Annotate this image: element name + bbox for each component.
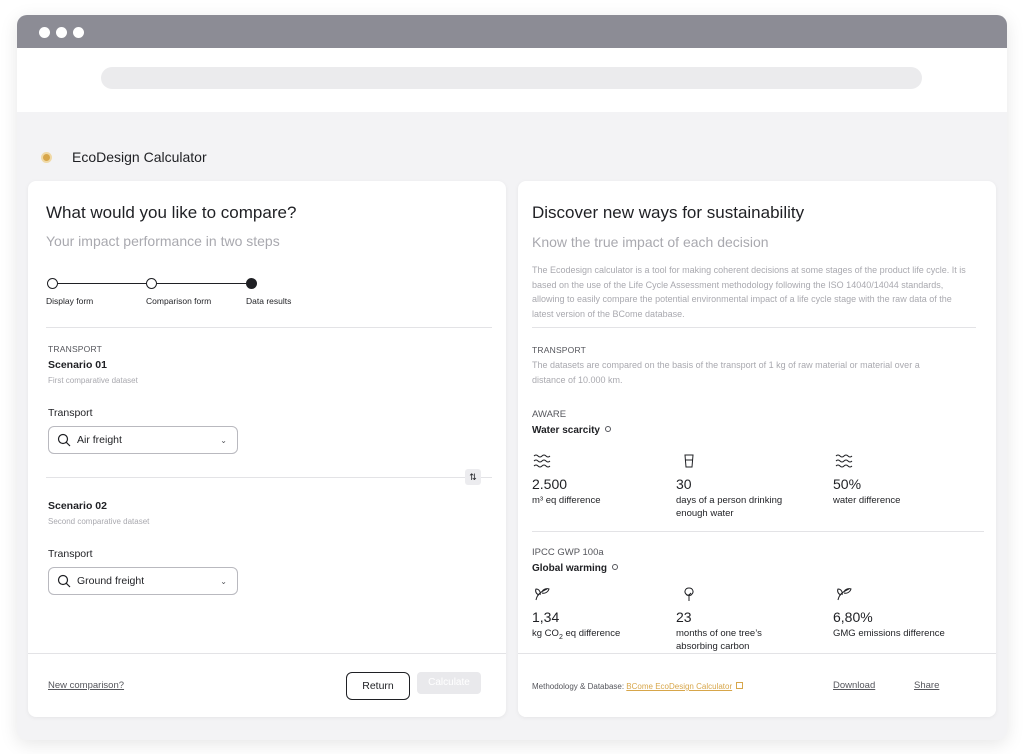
scenario-01-transport-label: Transport	[48, 407, 93, 419]
window-maximize-dot[interactable]	[73, 27, 84, 38]
scenario-01-subtitle: First comparative dataset	[48, 376, 138, 385]
calculate-button[interactable]: Calculate	[417, 672, 481, 694]
step-circle-display-form[interactable]	[47, 278, 58, 289]
search-icon	[57, 574, 71, 588]
co2-unit-suffix: eq difference	[562, 628, 621, 639]
window-close-dot[interactable]	[39, 27, 50, 38]
glass-icon	[684, 454, 694, 468]
return-button[interactable]: Return	[346, 672, 410, 700]
scenario-02-title: Scenario 02	[48, 500, 107, 512]
download-link[interactable]: Download	[833, 680, 875, 691]
scenario-divider	[46, 477, 492, 478]
methodology-link[interactable]: BCome EcoDesign Calculator	[626, 682, 732, 691]
step-label-comparison-form: Comparison form	[146, 296, 212, 306]
water-scarcity-metric-1-unit: m³ eq difference	[532, 495, 601, 506]
global-warming-title: Global warming	[532, 563, 619, 574]
divider	[532, 327, 976, 328]
leaves-icon	[837, 588, 852, 601]
water-scarcity-metric-2-value: 30	[676, 476, 692, 492]
app-logo-dot-icon	[41, 151, 52, 163]
global-warming-label: Global warming	[532, 563, 608, 574]
external-link-icon[interactable]	[736, 682, 744, 690]
browser-window: EcoDesign Calculator What would you like…	[17, 15, 1007, 740]
results-heading: Discover new ways for sustainability	[532, 203, 805, 222]
results-card: Discover new ways for sustainability Kno…	[518, 181, 996, 717]
results-section-tag: TRANSPORT	[532, 345, 587, 355]
window-minimize-dot[interactable]	[56, 27, 67, 38]
water-scarcity-metric-3-unit: water difference	[833, 495, 901, 506]
results-card-footer: Methodology & Database: BCome EcoDesign …	[518, 653, 996, 717]
scenario-02-transport-select[interactable]: Ground freight ⌄	[48, 567, 238, 595]
info-icon[interactable]	[605, 426, 611, 433]
water-scarcity-metric-1-value: 2.500	[532, 476, 568, 492]
search-icon	[57, 433, 71, 447]
co2-unit-prefix: kg CO	[532, 628, 559, 639]
aware-tag: AWARE	[532, 409, 567, 420]
compare-subheading: Your impact performance in two steps	[46, 233, 280, 249]
step-label-display-form: Display form	[46, 296, 94, 306]
compare-heading: What would you like to compare?	[46, 203, 297, 222]
swap-scenarios-button[interactable]: ⇅	[465, 469, 481, 485]
water-waves-icon	[533, 454, 551, 468]
app-title: EcoDesign Calculator	[72, 149, 207, 165]
step-circle-data-results[interactable]	[246, 278, 257, 289]
divider	[532, 531, 984, 532]
step-circle-comparison-form[interactable]	[146, 278, 157, 289]
scenario-02-subtitle: Second comparative dataset	[48, 517, 150, 526]
scenario-02-transport-value: Ground freight	[77, 575, 145, 587]
section-tag-transport: TRANSPORT	[48, 344, 103, 354]
water-scarcity-metric-3-value: 50%	[833, 476, 862, 492]
global-warming-metric-1-value: 1,34	[532, 609, 560, 625]
results-subheading: Know the true impact of each decision	[532, 234, 769, 250]
address-bar-area	[17, 48, 1007, 112]
info-icon[interactable]	[612, 564, 619, 571]
share-link[interactable]: Share	[914, 680, 939, 691]
compare-form-card: What would you like to compare? Your imp…	[28, 181, 506, 717]
address-bar[interactable]	[101, 67, 922, 89]
results-description: The Ecodesign calculator is a tool for m…	[532, 265, 966, 319]
app-header: EcoDesign Calculator	[41, 149, 207, 165]
water-scarcity-label: Water scarcity	[532, 425, 600, 436]
scenario-01-title: Scenario 01	[48, 359, 107, 371]
methodology-line: Methodology & Database: BCome EcoDesign …	[532, 682, 744, 691]
browser-titlebar	[17, 15, 1007, 48]
chevron-down-icon: ⌄	[220, 435, 227, 445]
step-label-data-results: Data results	[246, 296, 292, 306]
new-comparison-link[interactable]: New comparison?	[48, 680, 124, 691]
global-warming-metric-2-unit: months of one tree’s absorbing carbon	[676, 628, 762, 652]
global-warming-metric-2-value: 23	[676, 609, 692, 625]
scenario-01-transport-select[interactable]: Air freight ⌄	[48, 426, 238, 454]
water-scarcity-metric-2-unit: days of a person drinking enough water	[676, 495, 783, 519]
divider	[46, 327, 492, 328]
global-warming-metric-1-unit: kg CO2 eq difference	[532, 627, 672, 644]
global-warming-metric-3-unit: GMG emissions difference	[833, 628, 945, 639]
ipcc-tag: IPCC GWP 100a	[532, 547, 604, 558]
global-warming-metric-3-value: 6,80%	[833, 609, 873, 625]
water-waves-icon	[835, 454, 853, 468]
water-scarcity-title: Water scarcity	[532, 425, 611, 436]
chevron-down-icon: ⌄	[220, 576, 227, 586]
scenario-02-transport-label: Transport	[48, 548, 93, 560]
leaves-icon	[535, 588, 550, 601]
compare-card-footer: New comparison? Return Calculate	[28, 653, 506, 717]
scenario-01-transport-value: Air freight	[77, 434, 122, 446]
tree-icon	[684, 587, 694, 601]
results-section-description: The datasets are compared on the basis o…	[532, 360, 920, 385]
methodology-label: Methodology & Database:	[532, 682, 625, 691]
